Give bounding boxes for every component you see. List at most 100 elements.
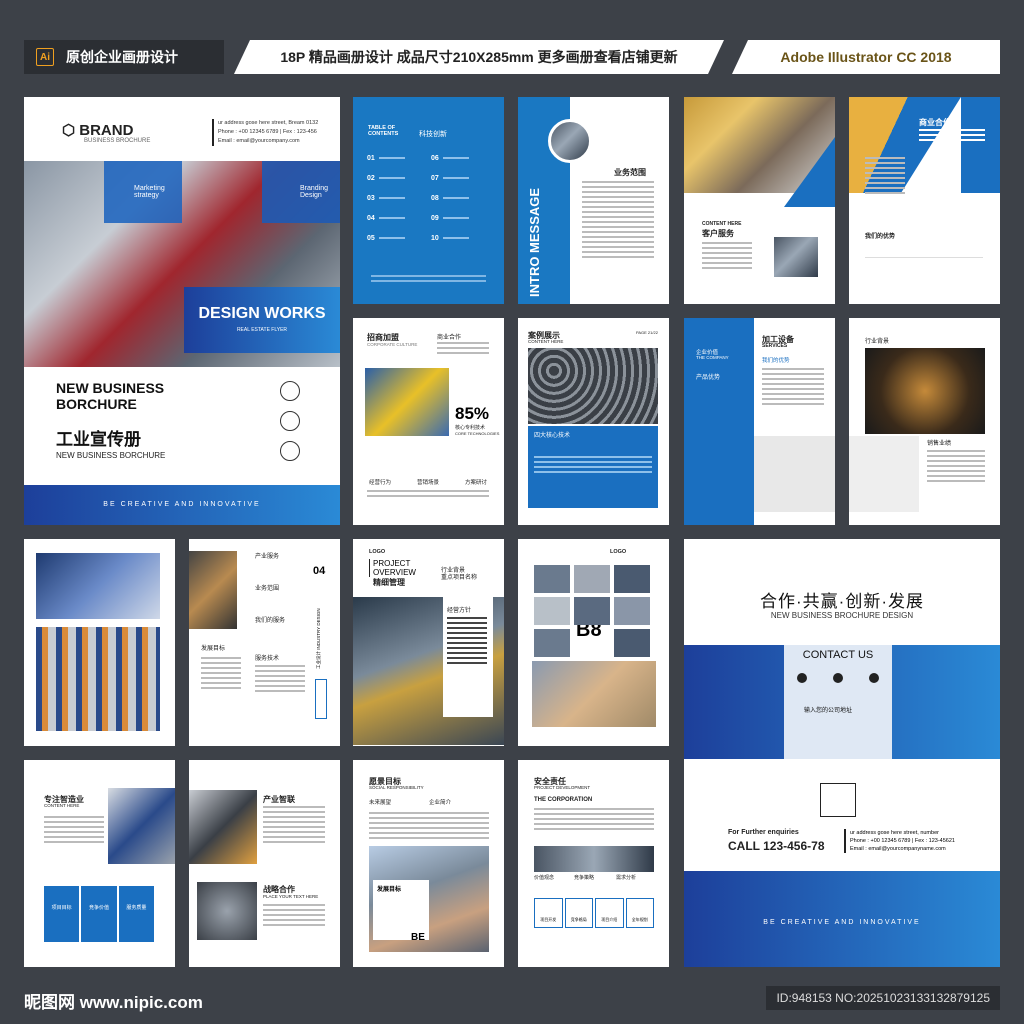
p6-percent: 85% [455,404,490,423]
p17-box: 发展目标 [373,880,429,940]
p6-icon1: 经营行为 [369,480,392,486]
brand-name: BRAND [79,122,134,139]
design-works-box: DESIGN WORKS REAL ESTATE FLYER [184,287,340,353]
cover-title-cn: 工业宣传册 [56,430,141,449]
p14-email: Email : email@yourcompanyname.com [850,846,946,852]
gallery-thumb [574,597,610,625]
p6-lines [437,342,489,357]
brand-logo: ⬡ BRAND [62,122,134,139]
business-page: 商业合作 我们的优势 [849,97,1000,304]
p14-slogan-en: NEW BUSINESS BROCHURE DESIGN [770,611,914,620]
p5-icons [865,257,983,273]
cover-footer: BE CREATIVE AND INNOVATIVE [24,485,340,525]
p7-band-title: 四大核心技术 [534,433,571,439]
p12-box: 经营方针 [443,597,493,717]
toc-number: 02 [367,175,375,182]
p15-box3: 服务质量 [118,886,154,942]
p18-icons: 项目开发 竞争格局 项目介绍 全年规划 [534,898,654,928]
toc-item: 10 [431,235,487,242]
p18-i2: 竞争格局 [564,898,593,928]
toc-item: 01 [367,155,423,162]
toc-item: 03 [367,195,423,202]
contact-box: CONTACT US 输入您的公司地址 [784,645,892,759]
p8-box [754,436,835,512]
p16-photo2 [197,882,257,940]
p18-i3: 项目介绍 [595,898,624,928]
toc-number: 07 [431,175,439,182]
contact-icons [784,673,892,683]
cover-contact: ur address gose here street, Bream 0132 … [212,119,318,146]
toc-page: TABLE OF CONTENTS 科技创新 01 02 03 04 05 06 07 08 0… [353,97,504,304]
contact-spread: 合作·共赢·创新·发展 NEW BUSINESS BROCHURE DESIGN… [684,539,1000,967]
cover-title-en2: NEW BUSINESS BORCHURE [56,451,166,460]
p18-corp: THE CORPORATION [534,797,593,803]
p16-photo1 [189,790,257,864]
contact-address: 输入您的公司地址 [804,708,853,714]
p6-side: 商业合作 [437,335,462,341]
p10-photo2 [36,627,160,731]
industry-page: 行业背景 销售业绩 [849,318,1000,525]
pipes-photo [365,368,449,436]
p18-l2: 竞争策略 [574,875,595,881]
p14-phone: Phone : +00 12345 6789 | Fex : 123-45621 [850,838,955,844]
watermark-footer: 昵图网 www.nipic.com ID:948153 NO:202510231… [0,974,1024,1024]
cover-address: ur address gose here street, Bream 0132 [218,120,319,126]
header-left: Ai 原创企业画册设计 [24,40,224,74]
p11-lines2 [255,665,305,695]
industry-link-page: 产业智联 战略合作 PLACE YOUR TEXT HERE [189,760,340,967]
p8-band [684,318,754,525]
header-right-title: Adobe Illustrator CC 2018 [780,49,952,65]
p11-t5: 服务技术 [255,656,280,662]
case-page: 案例展示 CONTENT HERE PAGE 21/22 四大核心技术 [518,318,669,525]
site-watermark: 昵图网 www.nipic.com [24,993,203,1012]
toc-number: 10 [431,235,439,242]
p4-label-en: CONTENT HERE [702,221,742,227]
toc-item: 04 [367,215,423,222]
header-center: 18P 精品画册设计 成品尺寸210X285mm 更多画册查看店铺更新 [234,40,724,74]
toc-line [442,217,469,220]
p8-left-en: THE COMPANY [696,355,729,360]
tile-branding: Branding Design [262,161,340,223]
p11-t3: 我们的服务 [255,618,286,624]
toc-number: 03 [367,195,375,202]
p7-page: PAGE 21/22 [636,330,658,335]
p15-sub: CONTENT HERE [44,803,80,808]
p17-box-title: 发展目标 [377,887,402,893]
gallery-thumb [534,597,570,625]
p14-slogan: 合作·共赢·创新·发展 [760,592,924,611]
p18-photos [534,846,654,872]
p10-photo1 [36,553,160,619]
phone-icon [797,673,807,683]
tile-marketing-label: Marketing strategy [134,185,165,199]
p6-percent-cn: 核心专利技术 [455,425,486,431]
p12-box-lines [447,617,487,667]
manufacturing-page: 专注智造业 CONTENT HERE 项目目标 竞争价值 服务质量 [24,760,175,967]
p14-contact: ur address gose here street, number Phon… [844,829,955,853]
p12-title-en: PROJECT OVERVIEW [369,559,425,577]
illustrator-icon: Ai [36,48,54,66]
p16-lines2 [263,904,325,929]
p8-lines [762,368,824,408]
p7-sub: CONTENT HERE [528,339,564,344]
toc-line [442,237,469,240]
qq-icon [869,673,879,683]
p11-photo [189,551,237,629]
location-icon [280,381,300,401]
brand-sub: BUSINESS BROCHURE [84,138,151,144]
chat-icon [280,441,300,461]
toc-number: 09 [431,215,439,222]
p14-address: ur address gose here street, number [850,830,939,836]
p15-box2: 竞争价值 [81,886,117,942]
p18-l1: 价值观念 [534,875,555,881]
p11-pattern [315,679,327,719]
toc-number: 06 [431,155,439,162]
engine-photo [865,348,985,434]
p4-photo [774,237,818,277]
gallery-thumb [534,565,570,593]
toc-item: 07 [431,175,487,182]
p9-title: 行业背景 [865,339,890,345]
qr-placeholder [820,783,856,817]
equipment-page: 企业价值 THE COMPANY 产品优势 加工设备 SERVICES 我们的优… [684,318,835,525]
p9-sub: 销售业绩 [927,441,952,447]
pipes-stack-photo [528,348,658,424]
